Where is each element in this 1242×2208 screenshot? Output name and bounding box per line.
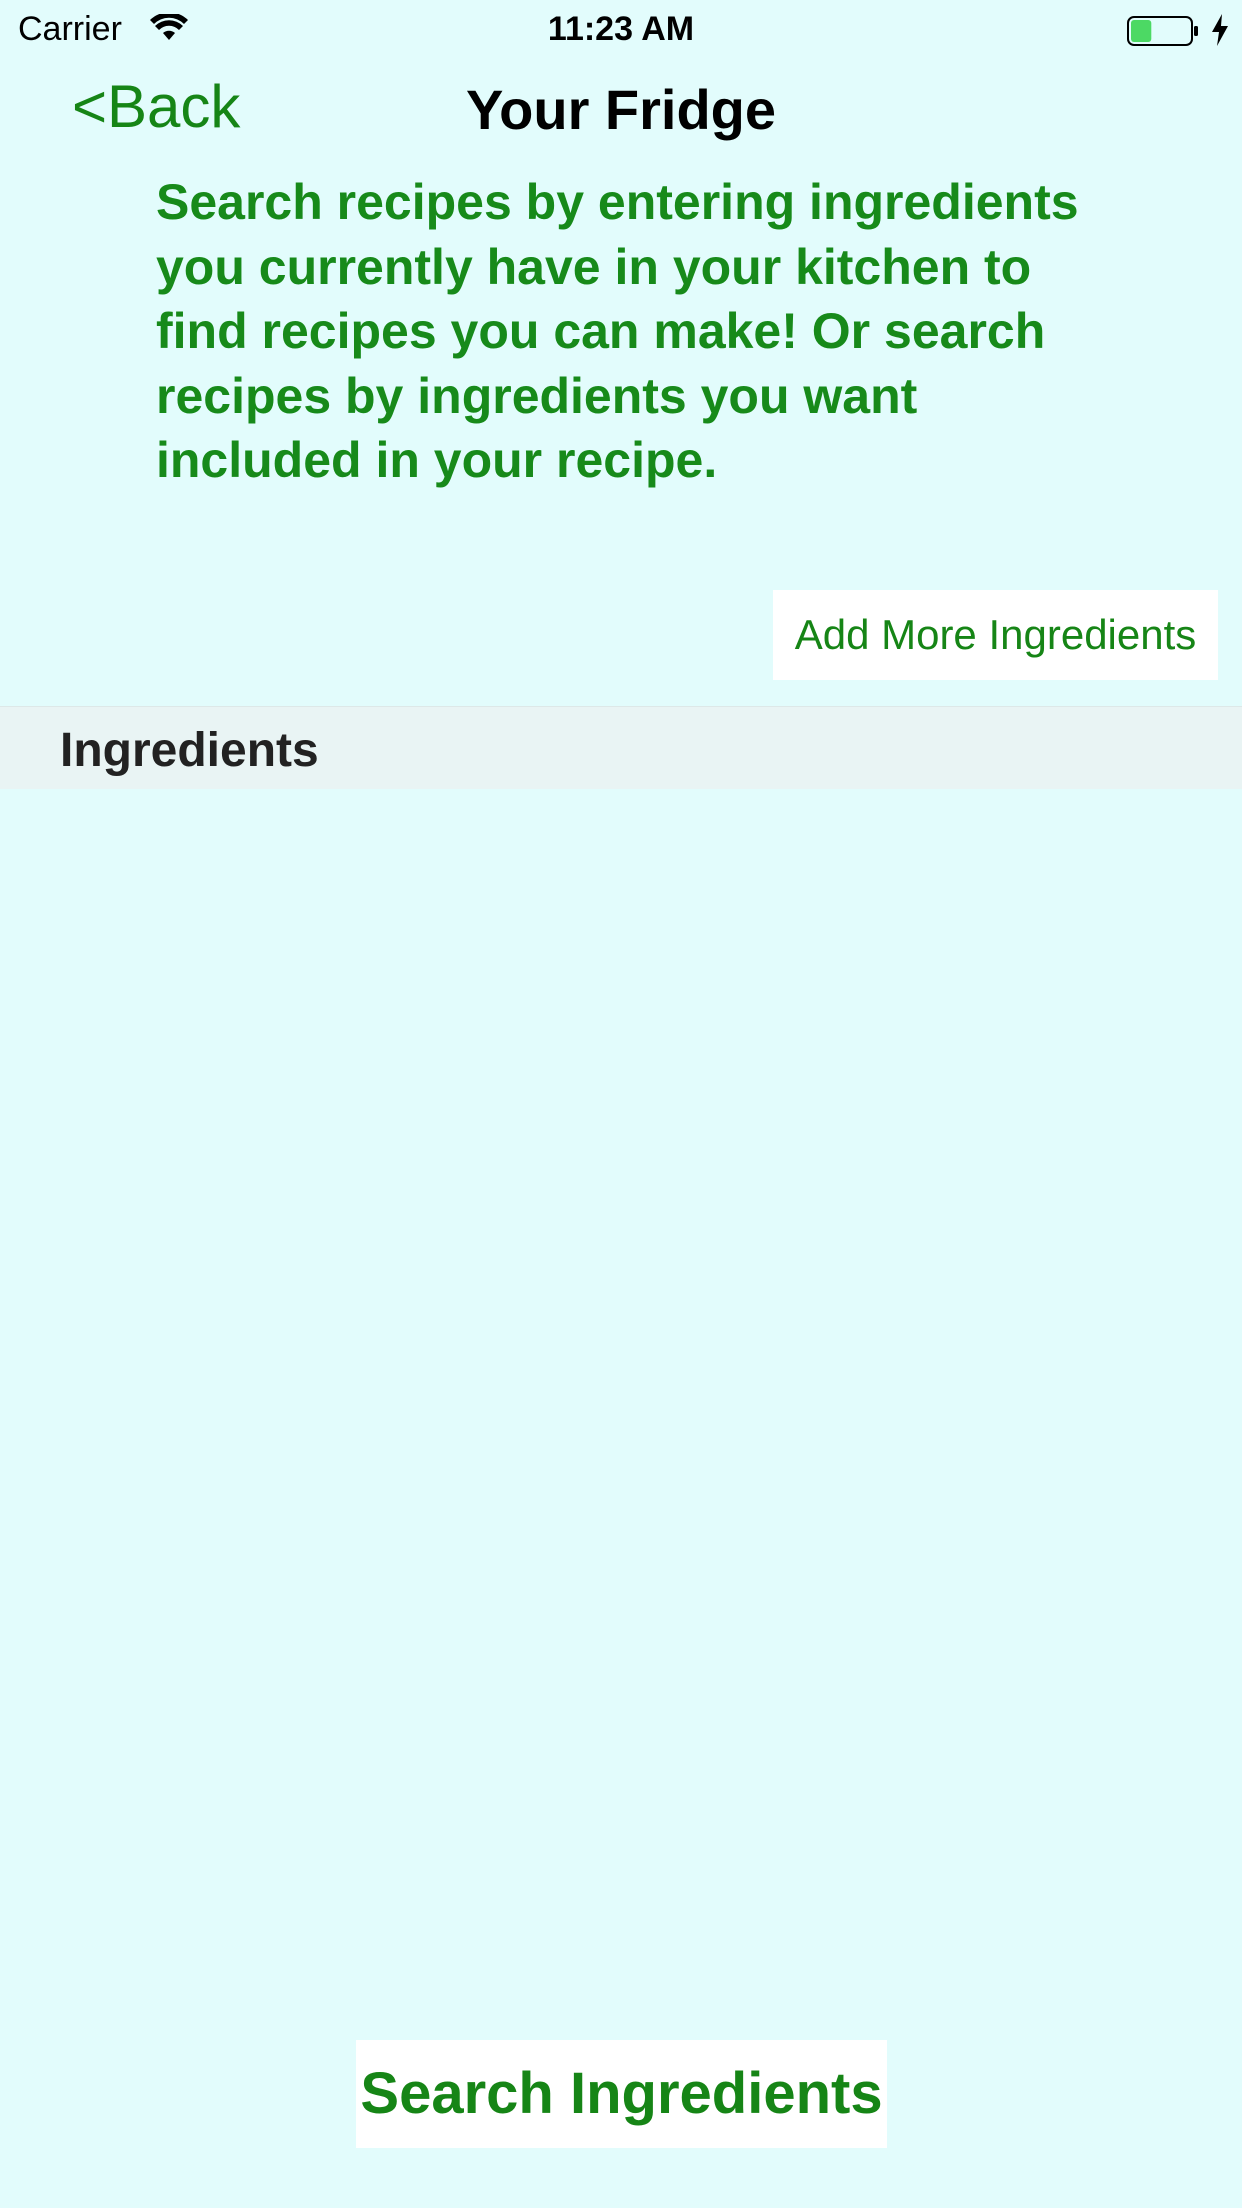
battery-icon (1127, 16, 1198, 46)
charging-icon (1212, 14, 1228, 46)
search-ingredients-button[interactable]: Search Ingredients (356, 2040, 887, 2148)
status-bar: Carrier 11:23 AM (0, 0, 1242, 60)
ingredients-header-label: Ingredients (60, 724, 319, 777)
ingredients-list[interactable] (0, 789, 1242, 2029)
page-title: Your Fridge (0, 76, 1242, 144)
add-more-ingredients-button[interactable]: Add More Ingredients (773, 590, 1218, 680)
status-time: 11:23 AM (547, 10, 695, 48)
ingredients-section-header: Ingredients (0, 706, 1242, 789)
page-title-text: Your Fridge (465, 78, 777, 141)
instructions-text: Search recipes by entering ingredients y… (156, 174, 1079, 488)
